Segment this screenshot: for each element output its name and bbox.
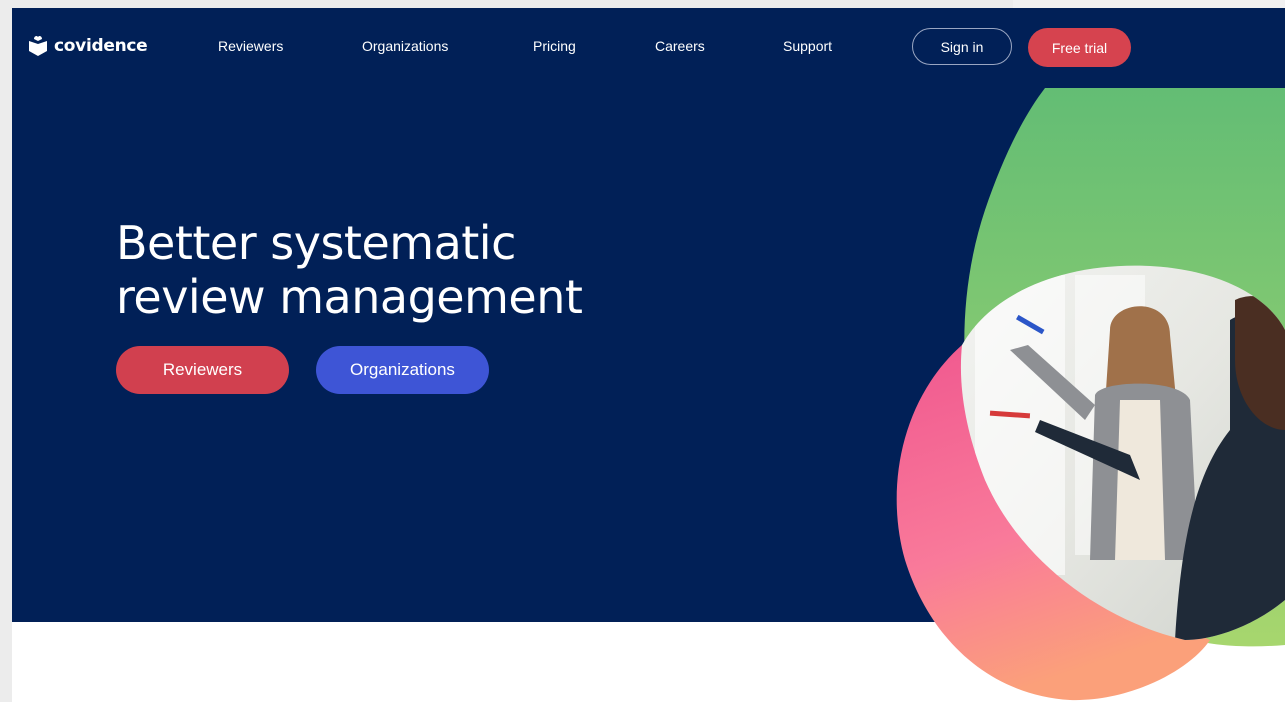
nav-organizations[interactable]: Organizations	[362, 38, 448, 54]
nav-pricing[interactable]: Pricing	[533, 38, 576, 54]
hero-title: Better systematic review management	[116, 216, 583, 324]
nav-reviewers[interactable]: Reviewers	[218, 38, 283, 54]
nav-support[interactable]: Support	[783, 38, 832, 54]
brand-name: covidence	[54, 36, 148, 56]
reviewers-button[interactable]: Reviewers	[116, 346, 289, 394]
hero-title-line-1: Better systematic	[116, 216, 516, 270]
hero-title-line-2: review management	[116, 270, 583, 324]
organizations-button[interactable]: Organizations	[316, 346, 489, 394]
sign-in-button[interactable]: Sign in	[912, 28, 1012, 65]
nav-careers[interactable]: Careers	[655, 38, 705, 54]
free-trial-button[interactable]: Free trial	[1028, 28, 1131, 67]
covidence-logo[interactable]: covidence	[28, 35, 148, 57]
covidence-logo-icon	[29, 35, 47, 56]
